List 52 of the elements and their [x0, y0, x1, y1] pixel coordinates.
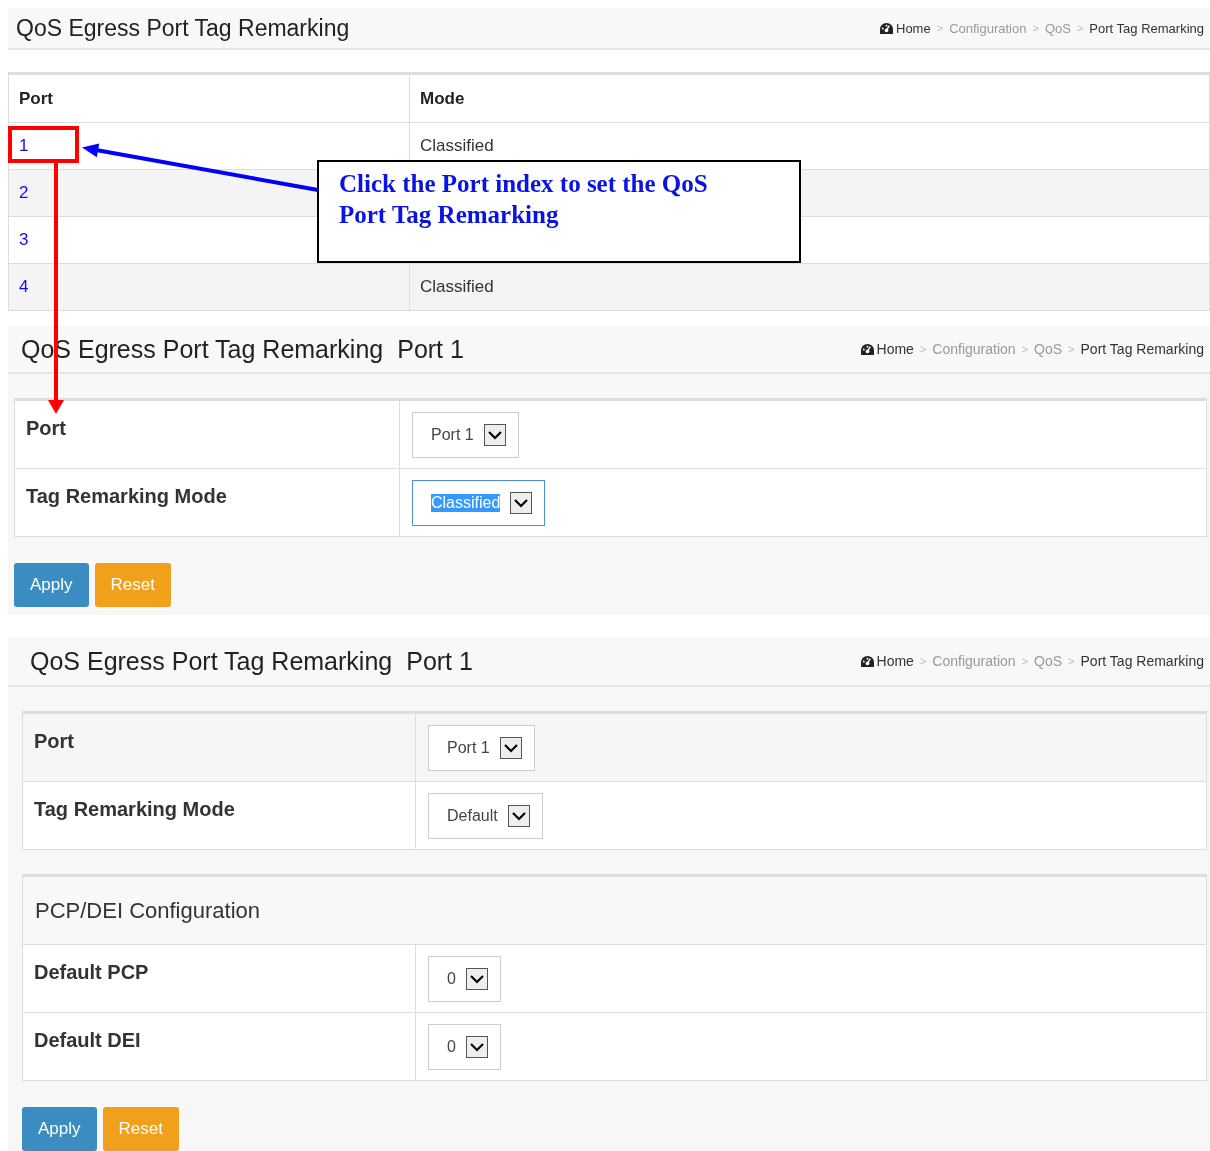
breadcrumb-link[interactable]: Port Tag Remarking [1080, 653, 1204, 669]
breadcrumb-separator: > [919, 343, 927, 355]
dropdown[interactable]: Default [428, 792, 543, 839]
gauge-icon [859, 342, 875, 356]
breadcrumb-separator: > [919, 655, 927, 667]
breadcrumb-link[interactable]: Home [876, 341, 914, 357]
breadcrumb-separator: > [1068, 655, 1075, 667]
callout-note: Click the Port index to set the QoS Port Tag Remarking [317, 160, 801, 263]
port-link[interactable]: 2 [19, 183, 29, 202]
gauge-icon [859, 654, 875, 668]
page-title: QoS Egress Port Tag Remarking [16, 14, 350, 42]
chevron-down-icon [499, 736, 522, 759]
dropdown[interactable]: Port 1 [412, 411, 519, 458]
gauge-icon [879, 21, 894, 35]
port-title: Port 1 [406, 646, 473, 676]
breadcrumb-separator: > [1076, 22, 1084, 34]
column-header: Port [8, 73, 410, 123]
breadcrumb-link[interactable]: Home [876, 653, 914, 669]
page-title: QoS Egress Port Tag Remarking [30, 646, 393, 676]
field-label: Default PCP [34, 961, 149, 983]
highlight-frame [8, 126, 79, 163]
dropdown[interactable]: 0 [428, 1023, 501, 1070]
breadcrumb-separator: > [1068, 343, 1075, 355]
mode-text: Classified [420, 277, 494, 296]
form-button[interactable]: Apply [14, 563, 89, 607]
chevron-down-icon [465, 1035, 488, 1058]
breadcrumb-separator: > [1021, 343, 1029, 355]
port-link[interactable]: 4 [19, 277, 29, 296]
chevron-down-icon [507, 804, 530, 827]
port-link[interactable]: 3 [19, 230, 29, 249]
chevron-down-icon [465, 967, 488, 990]
breadcrumb-separator: > [936, 22, 944, 34]
form-button[interactable]: Apply [22, 1107, 97, 1151]
breadcrumb-separator: > [1021, 655, 1029, 667]
port-title: Port 1 [397, 334, 464, 364]
breadcrumb-link[interactable]: Home [896, 20, 931, 36]
chevron-down-icon [510, 491, 533, 514]
field-label: Port [34, 730, 74, 752]
breadcrumb-link[interactable]: Port Tag Remarking [1080, 341, 1204, 357]
field-label: Tag Remarking Mode [26, 485, 227, 507]
chevron-down-icon [483, 423, 506, 446]
breadcrumb-link[interactable]: Port Tag Remarking [1089, 20, 1204, 36]
field-label: Tag Remarking Mode [34, 798, 235, 820]
dropdown[interactable]: Port 1 [428, 724, 535, 771]
port-link[interactable]: 1 [19, 136, 29, 155]
mode-text: Classified [420, 136, 494, 155]
section-heading: PCP/DEI Configuration [23, 877, 1206, 945]
field-label: Port [26, 417, 66, 439]
field-label: Default DEI [34, 1029, 141, 1051]
column-header: Mode [409, 73, 1210, 123]
breadcrumb-separator: > [1032, 22, 1039, 34]
dropdown[interactable]: 0 [428, 955, 501, 1002]
